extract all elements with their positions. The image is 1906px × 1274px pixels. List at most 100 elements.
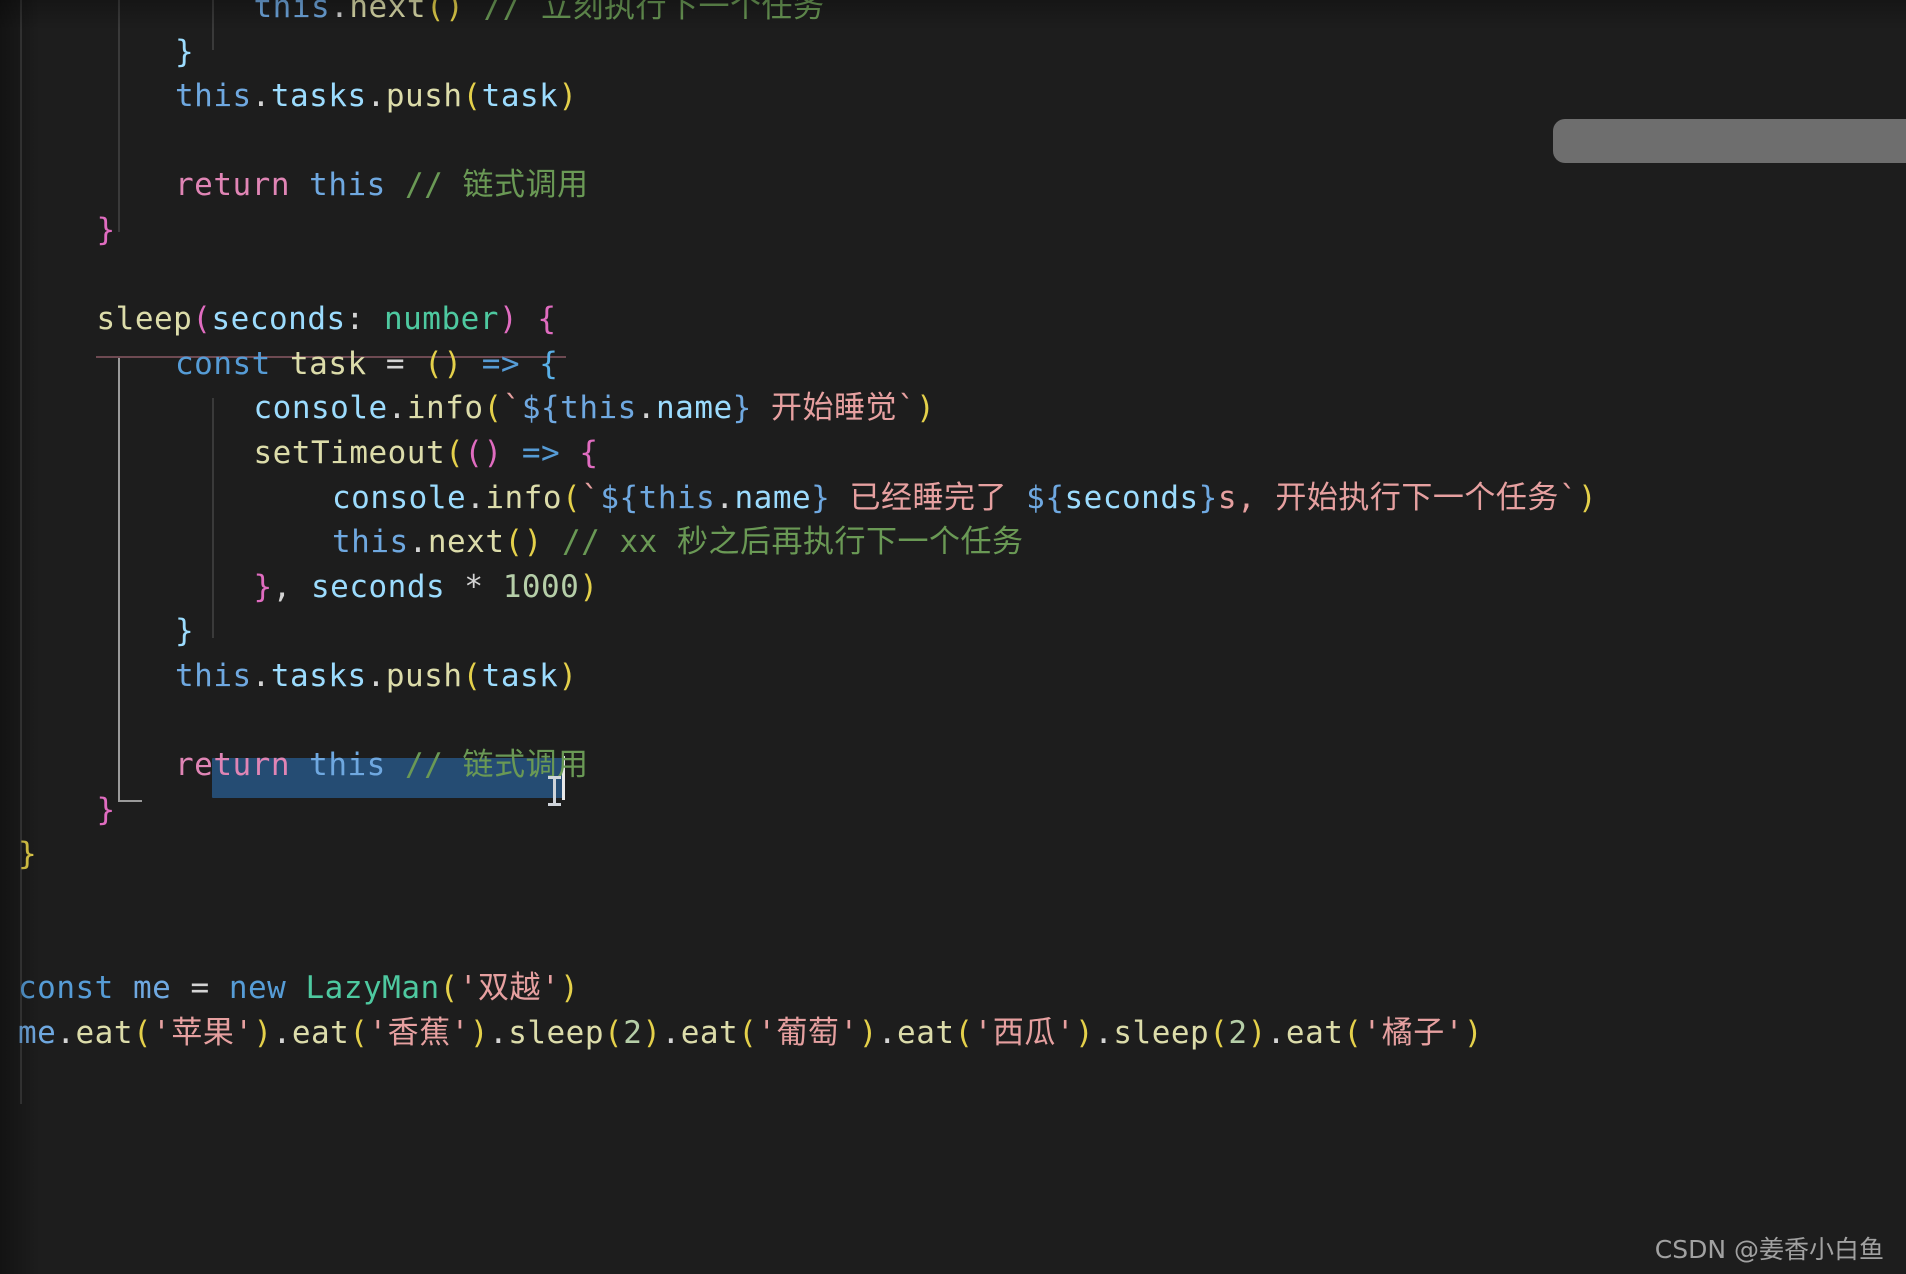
- code-token: 1000: [502, 568, 580, 605]
- code-token: seconds: [1064, 479, 1199, 516]
- indent-guide-level-1: [20, 0, 22, 1104]
- code-token: ): [916, 390, 936, 427]
- active-bracket-guide: [118, 358, 120, 800]
- code-token: '香蕉': [368, 1014, 470, 1051]
- code-token: $: [521, 390, 541, 427]
- code-token: {: [541, 390, 561, 427]
- code-token: new: [228, 970, 287, 1007]
- code-line[interactable]: this.tasks.push(task): [175, 654, 577, 699]
- code-token: $: [1026, 479, 1046, 516]
- csdn-watermark: CSDN @姜香小白鱼: [1654, 1235, 1884, 1264]
- code-token: ): [558, 658, 578, 694]
- code-line[interactable]: }: [97, 208, 116, 253]
- code-token: LazyMan: [305, 970, 440, 1007]
- code-token: }: [253, 568, 273, 605]
- code-token: setTimeout: [253, 435, 446, 471]
- code-token: seconds: [211, 301, 346, 338]
- code-token: {: [619, 479, 639, 516]
- floating-scrollbar[interactable]: [1553, 119, 1906, 163]
- code-line[interactable]: this.tasks.push(task): [175, 74, 577, 119]
- code-token: .: [1266, 1014, 1286, 1051]
- code-token: }: [811, 479, 831, 516]
- code-token: '橘子': [1362, 1014, 1464, 1051]
- code-token: .: [56, 1014, 76, 1051]
- code-token: (: [483, 390, 503, 427]
- code-line[interactable]: sleep(seconds: number) {: [97, 297, 557, 342]
- code-token: (: [954, 1014, 974, 1051]
- code-token: me: [18, 1014, 57, 1051]
- code-token: eat: [680, 1014, 739, 1051]
- code-token: task: [481, 78, 559, 115]
- code-editor[interactable]: this.next() // 立刻执行下一个任务} this.tasks.push…: [0, 0, 1906, 1274]
- code-token: this: [309, 167, 386, 204]
- code-token: {: [1045, 479, 1065, 516]
- code-token: ): [1247, 1014, 1267, 1051]
- indent-guide-level-2: [118, 0, 120, 232]
- code-token: const: [18, 970, 114, 1007]
- code-token: .: [330, 0, 350, 25]
- code-token: `: [502, 390, 522, 427]
- code-token: .: [366, 658, 386, 694]
- code-token: this: [175, 78, 252, 115]
- code-line[interactable]: }, seconds * 1000): [254, 565, 599, 610]
- code-token: .: [715, 479, 735, 516]
- code-token: .: [272, 1014, 292, 1051]
- code-line[interactable]: }: [175, 30, 194, 75]
- code-token: this: [253, 0, 331, 25]
- code-token: this: [560, 390, 637, 427]
- code-token: sleep: [96, 301, 193, 338]
- code-line[interactable]: }: [97, 788, 116, 833]
- code-token: ): [642, 1014, 662, 1051]
- code-token: console: [253, 390, 388, 427]
- code-token: .: [366, 78, 386, 115]
- code-token: tasks: [270, 78, 367, 115]
- code-line[interactable]: this.next() // xx 秒之后再执行下一个任务: [332, 520, 1023, 565]
- code-line[interactable]: const me = new LazyMan('双越'): [18, 966, 579, 1011]
- code-line[interactable]: console.info(`${this.name} 开始睡觉`): [254, 386, 936, 431]
- code-line[interactable]: }: [175, 609, 194, 654]
- code-token: info: [406, 390, 484, 427]
- code-token: this: [175, 658, 252, 694]
- code-token: // 链式调用: [404, 167, 589, 204]
- code-token: }: [175, 613, 195, 650]
- code-line[interactable]: }: [18, 832, 37, 877]
- code-line[interactable]: this.next() // 立刻执行下一个任务: [254, 0, 825, 30]
- code-token: number: [383, 301, 499, 338]
- code-line[interactable]: const task = () => {: [175, 342, 558, 387]
- code-token: }: [732, 390, 752, 427]
- code-token: {: [539, 345, 559, 382]
- code-token: }: [175, 33, 195, 70]
- code-token: push: [385, 78, 463, 115]
- code-token: task: [481, 658, 559, 694]
- code-token: (: [439, 970, 459, 1007]
- code-line[interactable]: return this // 链式调用: [175, 743, 588, 788]
- code-token: .: [251, 658, 271, 694]
- code-line[interactable]: me.eat('苹果').eat('香蕉').sleep(2).eat('葡萄'…: [18, 1011, 1483, 1056]
- code-token: ): [483, 435, 503, 471]
- active-bracket-cap-bottom: [118, 800, 142, 802]
- code-token: 开始睡觉: [751, 390, 897, 427]
- code-token: (: [504, 524, 524, 561]
- code-token: name: [734, 479, 812, 516]
- code-token: ): [253, 1014, 273, 1051]
- code-surface[interactable]: this.next() // 立刻执行下一个任务} this.tasks.push…: [0, 0, 1906, 1274]
- code-token: sleep: [1113, 1014, 1210, 1051]
- code-line[interactable]: return this // 链式调用: [175, 163, 588, 208]
- code-token: .: [877, 1014, 898, 1051]
- code-line[interactable]: console.info(`${this.name} 已经睡完了 ${secon…: [332, 476, 1597, 521]
- code-token: ): [523, 524, 543, 561]
- code-line[interactable]: setTimeout(() => {: [254, 431, 599, 476]
- code-token: $: [600, 479, 620, 516]
- code-token: (: [1343, 1014, 1363, 1051]
